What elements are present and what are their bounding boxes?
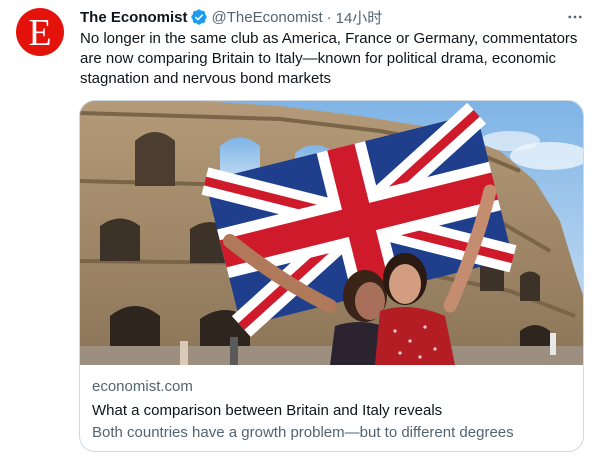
card-description: Both countries have a growth problem—but… <box>92 424 514 441</box>
card-image[interactable] <box>80 101 584 365</box>
separator-dot: · <box>326 8 332 26</box>
more-horizontal-icon[interactable] <box>565 7 585 27</box>
display-name[interactable]: The Economist <box>80 9 188 26</box>
verified-badge-icon <box>190 9 207 25</box>
card-domain[interactable]: economist.com <box>92 377 573 397</box>
link-card[interactable]: economist.com What a comparison between … <box>79 100 584 452</box>
timestamp[interactable]: 14小时 <box>336 7 383 28</box>
more-dots-icon <box>568 15 582 19</box>
card-title[interactable]: What a comparison between Britain and It… <box>92 401 573 421</box>
tweet[interactable]: E The Economist @TheEconomist · 14小时 No … <box>0 0 601 457</box>
tweet-text: No longer in the same club as America, F… <box>80 30 578 87</box>
handle[interactable]: @TheEconomist <box>212 9 323 26</box>
avatar-letter: E <box>28 12 52 54</box>
avatar[interactable]: E <box>16 8 64 56</box>
tweet-header: The Economist @TheEconomist · 14小时 <box>80 7 585 27</box>
card-meta[interactable]: economist.com What a comparison between … <box>80 366 583 451</box>
